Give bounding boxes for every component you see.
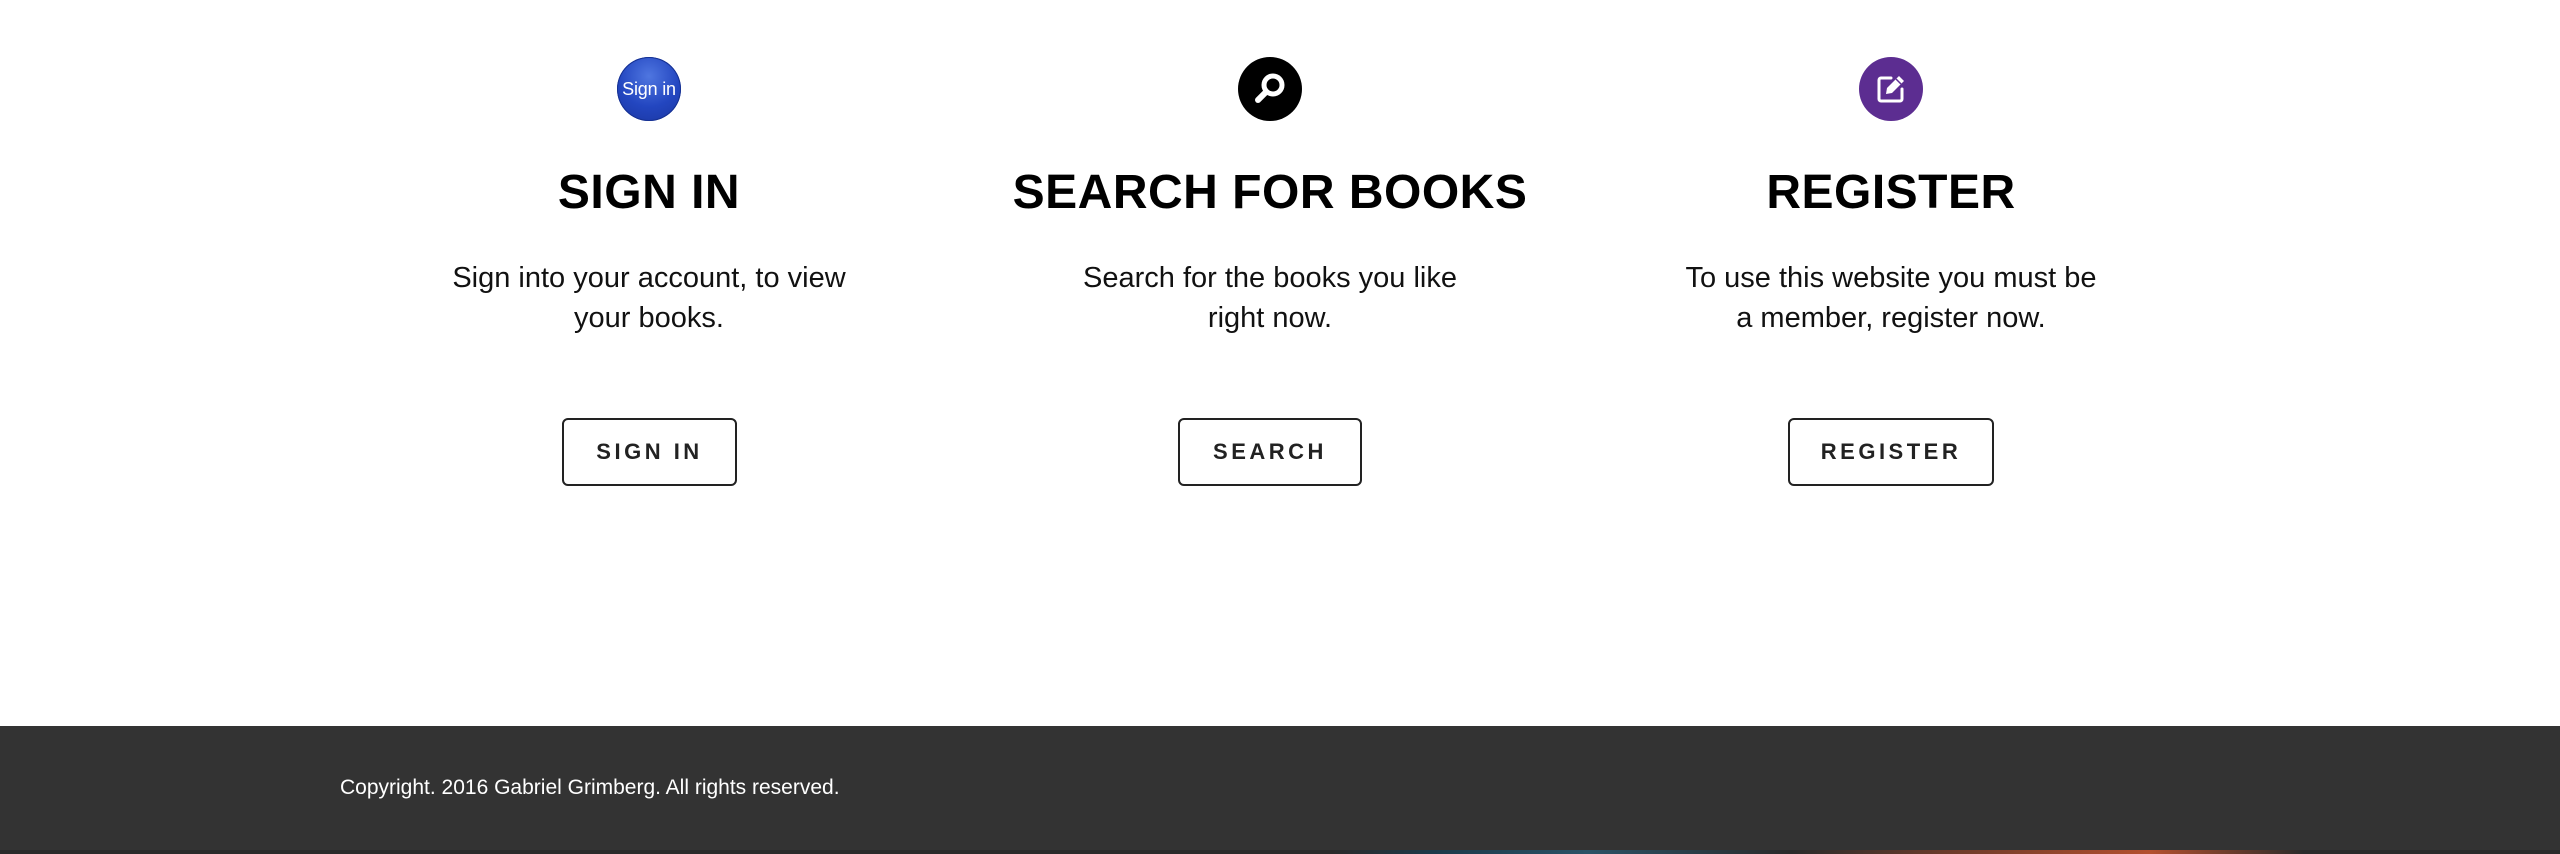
sign-in-description: Sign into your account, to view your boo… [452,262,846,334]
search-description: Search for the books you like right now. [1083,262,1457,334]
edit-pencil-icon [1859,57,1923,121]
page: Sign in SIGN IN Sign into your account, … [0,0,2560,854]
register-title: REGISTER [1766,166,2016,219]
features-section: Sign in SIGN IN Sign into your account, … [0,0,2560,726]
search-button[interactable]: SEARCH [1178,418,1362,486]
register-description: To use this website you must be a member… [1685,262,2097,334]
search-title: SEARCH FOR BOOKS [1012,166,1528,219]
sign-in-badge-icon: Sign in [617,57,681,121]
magnifier-icon [1238,57,1302,121]
sign-in-button[interactable]: SIGN IN [562,418,737,486]
footer-background-strip [0,850,2560,854]
footer-copyright: Copyright. 2016 Gabriel Grimberg. All ri… [340,776,840,799]
register-button[interactable]: REGISTER [1788,418,1994,486]
sign-in-badge-text: Sign in [622,78,676,99]
sign-in-title: SIGN IN [557,166,741,219]
